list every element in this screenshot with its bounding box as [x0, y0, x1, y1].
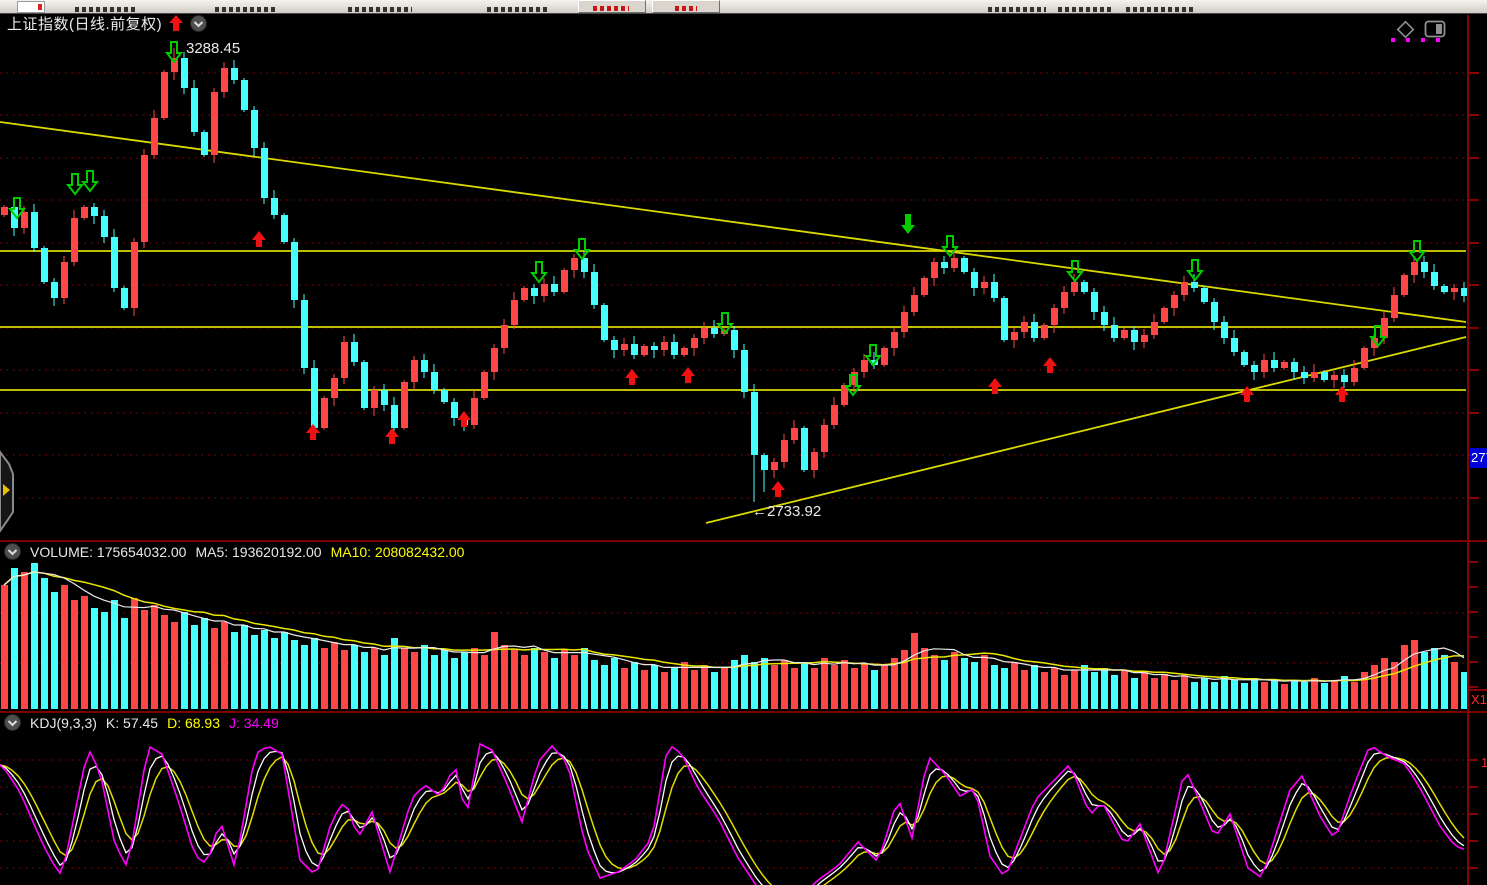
- up-arrow-icon: [169, 15, 183, 32]
- price-axis: [1467, 15, 1469, 885]
- main-price-chart[interactable]: [0, 14, 1487, 541]
- toolbar-menu-fragment[interactable]: [348, 7, 412, 12]
- toolbar-button[interactable]: [578, 0, 646, 13]
- panel-divider[interactable]: [0, 540, 1487, 542]
- buy-signal-arrow: [252, 231, 266, 247]
- panel-divider[interactable]: [0, 711, 1487, 713]
- chart-title-bar: 上证指数(日线.前复权): [7, 14, 207, 33]
- volume-chart[interactable]: [0, 541, 1487, 712]
- volume-value: VOLUME: 175654032.00: [30, 544, 186, 560]
- buy-signal-arrow: [771, 481, 785, 497]
- panel-layout-icon[interactable]: [1424, 20, 1447, 39]
- volume-ma10-value: MA10: 208082432.00: [331, 544, 465, 560]
- diamond-icon[interactable]: [1394, 18, 1416, 40]
- kdj-indicator-name: KDJ(9,3,3): [30, 715, 97, 731]
- sell-signal-arrow-solid: [901, 214, 915, 234]
- sell-signal-arrow: [83, 171, 97, 191]
- kdj-d-value: D: 68.93: [167, 715, 220, 731]
- toolbar-menu-fragment[interactable]: [215, 7, 275, 12]
- kdj-axis-label: 1: [1481, 755, 1487, 770]
- chart-corner-tools: [1394, 18, 1447, 40]
- peak-price-label: 3288.45: [186, 40, 240, 57]
- sell-signal-arrow: [68, 174, 82, 194]
- page-title: 上证指数(日线.前复权): [7, 13, 162, 34]
- sell-signal-arrow: [1188, 260, 1202, 280]
- top-toolbar[interactable]: [0, 0, 1487, 14]
- buy-signal-arrow: [988, 378, 1002, 394]
- kdj-panel-header: KDJ(9,3,3) K: 57.45 D: 68.93 J: 34.49: [4, 714, 279, 731]
- toolbar-button-label-fragment: [593, 6, 629, 11]
- toolbar-menu-fragment[interactable]: [1058, 7, 1114, 12]
- current-price-tag: 277: [1470, 448, 1487, 468]
- volume-scale-label[interactable]: X1: [1471, 692, 1487, 710]
- toolbar-menu-fragment[interactable]: [487, 7, 549, 12]
- toolbar-button-label-fragment: [675, 6, 697, 11]
- kdj-chart[interactable]: [0, 712, 1487, 885]
- buy-signal-arrow: [625, 369, 639, 385]
- buy-signal-arrow: [1240, 386, 1254, 402]
- collapse-main-panel-button[interactable]: [190, 15, 207, 32]
- sell-signal-arrow: [575, 239, 589, 259]
- volume-panel-header: VOLUME: 175654032.00 MA5: 193620192.00 M…: [4, 543, 464, 560]
- collapse-volume-panel-button[interactable]: [4, 543, 21, 560]
- kdj-k-value: K: 57.45: [106, 715, 158, 731]
- buy-signal-arrow: [1043, 357, 1057, 373]
- buy-signal-arrow: [385, 428, 399, 444]
- toolbar-app-icon[interactable]: [17, 1, 45, 13]
- volume-ma5-value: MA5: 193620192.00: [195, 544, 321, 560]
- buy-signal-arrow: [1335, 386, 1349, 402]
- toolbar-menu-fragment[interactable]: [75, 7, 137, 12]
- kdj-j-value: J: 34.49: [229, 715, 279, 731]
- collapse-kdj-panel-button[interactable]: [4, 714, 21, 731]
- toolbar-menu-fragment[interactable]: [1126, 7, 1196, 12]
- toolbar-button[interactable]: [652, 0, 720, 13]
- sell-signal-arrow: [1068, 261, 1082, 281]
- tdx-trading-app: { "title_bar": { "symbol": "上证指数(日线.前复权)…: [0, 0, 1487, 885]
- trough-price-label: ←2733.92: [752, 503, 821, 520]
- toolbar-menu-fragment[interactable]: [988, 7, 1046, 12]
- buy-signal-arrow: [681, 367, 695, 383]
